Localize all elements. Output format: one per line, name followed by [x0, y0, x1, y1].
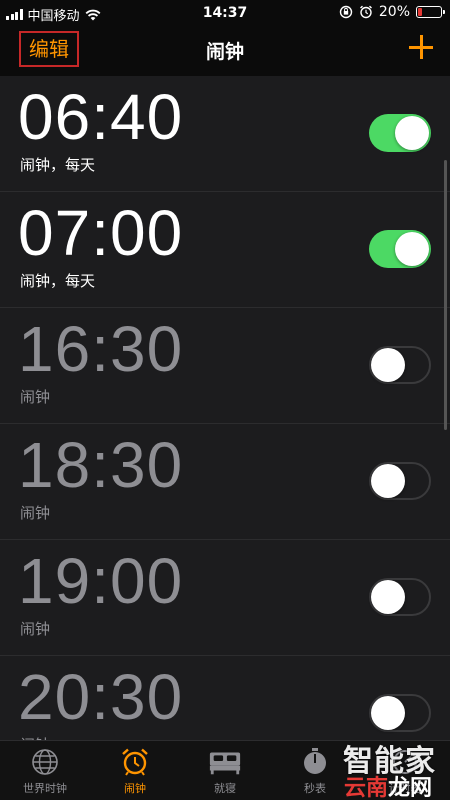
alarm-label: 闹钟，每天	[20, 272, 96, 290]
plus-icon[interactable]	[406, 32, 436, 62]
alarm-row[interactable]: 16:30 闹钟	[0, 308, 450, 424]
toggle-knob	[395, 116, 429, 150]
alarm-label: 闹钟	[20, 620, 51, 638]
alarm-row[interactable]: 06:40 闹钟，每天	[0, 76, 450, 192]
alarm-row[interactable]: 19:00 闹钟	[0, 540, 450, 656]
status-bar: 中国移动 14:37 20%	[0, 0, 450, 26]
watermark-red-text: 云南	[343, 776, 388, 800]
status-right: 20%	[339, 4, 445, 20]
nav-bar: 编辑 闹钟	[0, 26, 450, 76]
toggle-knob	[371, 348, 405, 382]
watermark-logo: 智能家 云南龙网	[304, 736, 444, 800]
alarm-time: 19:00	[18, 545, 184, 617]
toggle-knob	[371, 696, 405, 730]
battery-level	[418, 8, 423, 16]
tab-world-clock[interactable]: 世界时钟	[0, 741, 90, 800]
tab-alarm[interactable]: 闹钟	[90, 741, 180, 800]
bed-icon	[208, 746, 242, 778]
alarm-toggle[interactable]	[369, 578, 431, 616]
toggle-knob	[371, 464, 405, 498]
alarm-time: 20:30	[18, 661, 184, 733]
battery-percent: 20%	[378, 4, 410, 20]
alarm-clock-icon	[118, 746, 152, 778]
alarm-toggle[interactable]	[369, 694, 431, 732]
tab-bedtime[interactable]: 就寝	[180, 741, 270, 800]
alarm-label: 闹钟	[20, 504, 51, 522]
orientation-lock-icon	[339, 5, 353, 19]
alarm-time: 06:40	[18, 81, 184, 153]
alarm-toggle[interactable]	[369, 462, 431, 500]
tab-label: 就寝	[214, 782, 236, 795]
tab-label: 闹钟	[124, 782, 146, 795]
toggle-knob	[371, 580, 405, 614]
battery-icon	[416, 6, 445, 18]
page-title: 闹钟	[205, 41, 244, 63]
watermark-white-text: 龙网	[387, 776, 432, 800]
alarm-time: 18:30	[18, 429, 184, 501]
alarm-time: 07:00	[18, 197, 184, 269]
toggle-knob	[395, 232, 429, 266]
alarm-toggle[interactable]	[369, 114, 431, 152]
alarm-label: 闹钟，每天	[20, 156, 96, 174]
globe-icon	[28, 746, 62, 778]
alarm-status-icon	[359, 5, 372, 19]
scrollbar[interactable]	[444, 160, 447, 430]
alarm-toggle[interactable]	[369, 230, 431, 268]
alarm-row[interactable]: 20:30闹钟	[0, 656, 450, 740]
tab-label: 世界时钟	[23, 782, 67, 795]
alarm-toggle[interactable]	[369, 346, 431, 384]
alarm-time: 16:30	[18, 313, 184, 385]
alarm-row[interactable]: 07:00 闹钟，每天	[0, 192, 450, 308]
watermark-line2: 云南龙网	[344, 770, 432, 800]
alarm-row[interactable]: 18:30 闹钟	[0, 424, 450, 540]
alarm-label: 闹钟	[20, 388, 51, 406]
alarm-list[interactable]: 06:40 闹钟，每天 07:00 闹钟，每天 16:30 闹钟 18:30 闹钟 19:00 闹…	[0, 76, 450, 740]
